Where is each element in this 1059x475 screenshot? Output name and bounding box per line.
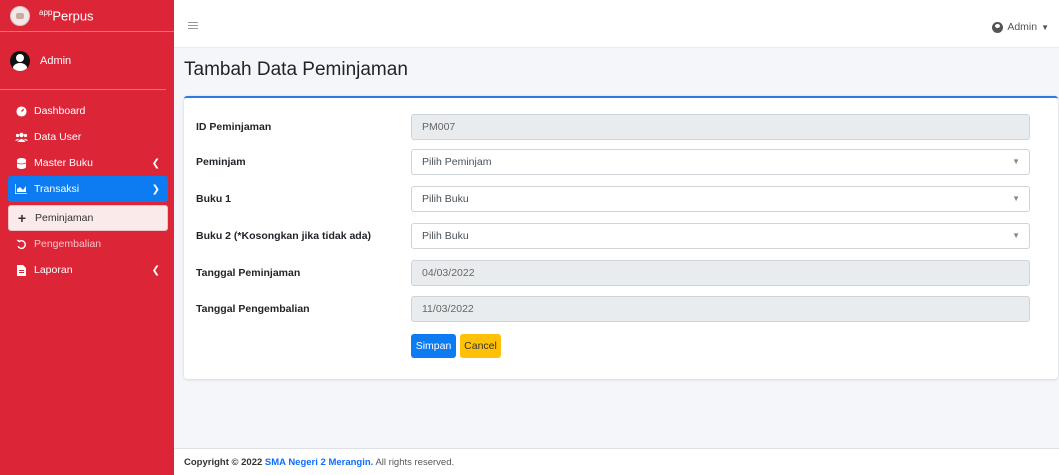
- form-row-tgl-kembali: Tanggal Pengembalian 11/03/2022: [184, 296, 1058, 322]
- footer: Copyright © 2022 SMA Negeri 2 Merangin. …: [174, 448, 1059, 475]
- page-title: Tambah Data Peminjaman: [184, 59, 408, 80]
- hamburger-menu-icon[interactable]: [188, 22, 198, 29]
- form-row-peminjam: Peminjam Pilih Peminjam ▼: [184, 149, 1058, 175]
- database-icon: [14, 157, 28, 169]
- plus-icon: +: [17, 210, 27, 226]
- id-peminjaman-label: ID Peminjaman: [196, 121, 272, 133]
- dashboard-icon: [14, 105, 28, 117]
- sidebar-item-label: Peminjaman: [35, 212, 94, 224]
- user-menu-label: Admin: [1007, 21, 1038, 33]
- user-circle-icon: [992, 21, 1004, 33]
- buku1-label: Buku 1: [196, 193, 232, 205]
- form-card: ID Peminjaman PM007 Peminjam Pilih Pemin…: [184, 96, 1058, 379]
- buku2-label: Buku 2 (*Kosongkan jika tidak ada): [196, 230, 372, 242]
- sidebar-nav: Dashboard Data User Master Buku ❮ Transa…: [0, 90, 174, 283]
- tanggal-peminjaman-label: Tanggal Peminjaman: [196, 267, 301, 279]
- undo-icon: [14, 239, 28, 250]
- users-icon: [14, 132, 28, 142]
- form-row-buku1: Buku 1 Pilih Buku ▼: [184, 186, 1058, 212]
- footer-copyright: Copyright © 2022: [184, 457, 263, 468]
- id-peminjaman-field: PM007: [411, 114, 1030, 140]
- user-avatar-icon: [10, 50, 30, 71]
- brand-logo-icon: [10, 5, 30, 26]
- sidebar-item-label: Transaksi: [34, 183, 80, 195]
- sidebar-item-laporan[interactable]: Laporan ❮: [8, 257, 168, 283]
- sidebar-item-transaksi[interactable]: Transaksi ❯: [8, 176, 168, 202]
- sidebar-item-label: Pengembalian: [34, 238, 102, 250]
- sidebar-item-label: Data User: [34, 131, 82, 143]
- sidebar: appPerpus Admin Dashboard Data User Mast…: [0, 0, 174, 475]
- tanggal-peminjaman-field: 04/03/2022: [411, 260, 1030, 286]
- dropdown-arrow-icon: ▼: [1012, 157, 1020, 166]
- user-menu-dropdown[interactable]: Admin ▼: [992, 21, 1049, 33]
- form-row-tgl-pinjam: Tanggal Peminjaman 04/03/2022: [184, 260, 1058, 286]
- form-row-id: ID Peminjaman PM007: [184, 114, 1058, 140]
- sidebar-item-dashboard[interactable]: Dashboard: [8, 98, 168, 124]
- sidebar-item-data-user[interactable]: Data User: [8, 124, 168, 150]
- tanggal-pengembalian-label: Tanggal Pengembalian: [196, 303, 310, 315]
- buku1-select[interactable]: Pilih Buku ▼: [411, 186, 1030, 212]
- caret-down-icon: ▼: [1041, 22, 1049, 32]
- sidebar-item-master-buku[interactable]: Master Buku ❮: [8, 150, 168, 176]
- peminjam-label: Peminjam: [196, 156, 246, 168]
- peminjam-select-value: Pilih Peminjam: [422, 156, 492, 168]
- buku2-select[interactable]: Pilih Buku ▼: [411, 223, 1030, 249]
- buku2-select-value: Pilih Buku: [422, 230, 469, 242]
- save-button[interactable]: Simpan: [411, 334, 456, 358]
- dropdown-arrow-icon: ▼: [1012, 231, 1020, 240]
- form-row-buku2: Buku 2 (*Kosongkan jika tidak ada) Pilih…: [184, 223, 1058, 249]
- chart-icon: [14, 184, 28, 194]
- brand-text: appPerpus: [39, 7, 94, 24]
- brand-link[interactable]: appPerpus: [0, 0, 174, 32]
- file-icon: [14, 264, 28, 276]
- top-navbar: Admin ▼: [174, 0, 1059, 48]
- buku1-select-value: Pilih Buku: [422, 193, 469, 205]
- tanggal-pengembalian-field: 11/03/2022: [411, 296, 1030, 322]
- dropdown-arrow-icon: ▼: [1012, 194, 1020, 203]
- footer-school-link[interactable]: SMA Negeri 2 Merangin.: [265, 457, 373, 468]
- peminjam-select[interactable]: Pilih Peminjam ▼: [411, 149, 1030, 175]
- sidebar-item-label: Laporan: [34, 264, 73, 276]
- sidebar-item-label: Master Buku: [34, 157, 93, 169]
- sidebar-item-pengembalian[interactable]: Pengembalian: [8, 231, 168, 257]
- footer-rights: All rights reserved.: [375, 457, 455, 468]
- chevron-left-icon: ❮: [151, 157, 160, 169]
- user-panel[interactable]: Admin: [0, 32, 166, 90]
- chevron-left-icon: ❮: [151, 264, 160, 276]
- sidebar-item-peminjaman[interactable]: + Peminjaman: [8, 205, 168, 231]
- cancel-button[interactable]: Cancel: [460, 334, 501, 358]
- chevron-down-icon: ❯: [151, 183, 160, 195]
- user-panel-name: Admin: [40, 54, 72, 67]
- sidebar-item-label: Dashboard: [34, 105, 86, 117]
